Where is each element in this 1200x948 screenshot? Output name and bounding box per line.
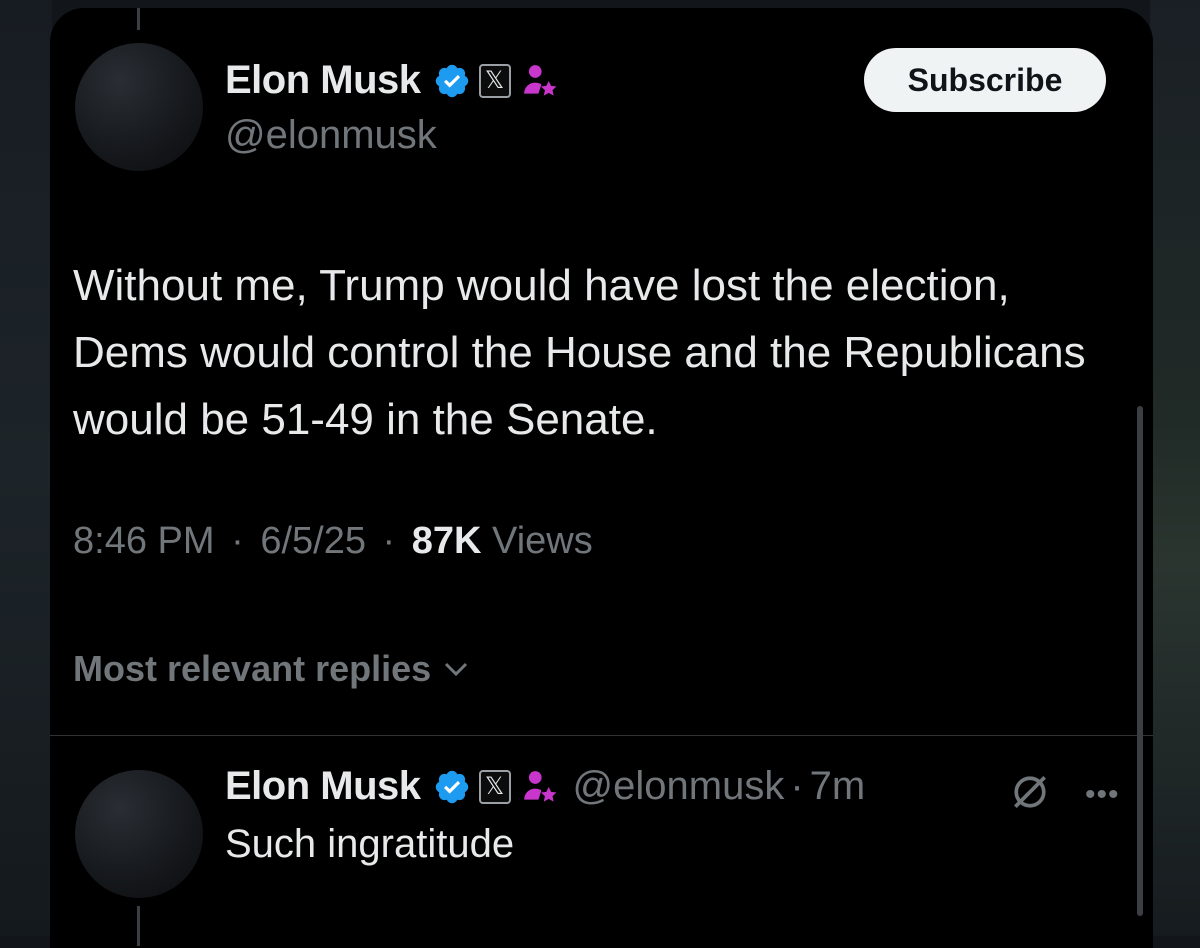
background-right [1150, 0, 1200, 936]
more-options-icon[interactable]: ••• [1085, 778, 1120, 812]
affiliate-person-icon [523, 770, 556, 802]
meta-separator: · [382, 520, 396, 562]
reply-author-row: Elon Musk 𝕏 @elonmusk · 7m [225, 764, 865, 809]
x-affiliate-badge-icon: 𝕏 [478, 769, 511, 804]
reply-author-name[interactable]: Elon Musk [225, 764, 421, 809]
tweet-card: Elon Musk 𝕏 @elonmusk Subscribe Without … [50, 8, 1153, 948]
meta-separator: · [231, 520, 244, 562]
avatar[interactable] [75, 43, 203, 171]
tweet-meta: 8:46 PM · 6/5/25 · 87K Views [73, 520, 593, 563]
tweet-time[interactable]: 8:46 PM [73, 520, 215, 562]
author-name[interactable]: Elon Musk [225, 58, 421, 103]
affiliate-person-icon [523, 64, 556, 96]
author-row: Elon Musk 𝕏 [225, 58, 559, 103]
subscribe-button[interactable]: Subscribe [864, 48, 1106, 112]
reply-handle-text[interactable]: @elonmusk [573, 764, 785, 808]
tweet-text: Without me, Trump would have lost the el… [73, 261, 1086, 444]
x-affiliate-badge-icon: 𝕏 [478, 63, 511, 98]
background-left [0, 0, 52, 936]
scrollbar[interactable] [1137, 406, 1143, 916]
thread-line [137, 906, 140, 946]
reply-age[interactable]: 7m [810, 764, 866, 808]
reply-separator: · [790, 764, 804, 808]
verified-badge-icon [435, 770, 468, 803]
divider [50, 735, 1153, 736]
thread-line [137, 8, 140, 30]
author-handle[interactable]: @elonmusk [225, 113, 437, 158]
verified-badge-icon [435, 64, 468, 97]
grok-icon[interactable] [1008, 770, 1052, 814]
tweet-date[interactable]: 6/5/25 [260, 520, 366, 562]
reply-text: Such ingratitude [225, 822, 515, 866]
views-count[interactable]: 87K [412, 520, 482, 562]
replies-sort-label[interactable]: Most relevant replies [73, 648, 431, 690]
views-label[interactable]: Views [492, 520, 593, 562]
replies-sort-dropdown[interactable]: Most relevant replies [73, 648, 471, 690]
chevron-down-icon[interactable] [441, 654, 471, 684]
reply-avatar[interactable] [75, 770, 203, 898]
reply-author-handle[interactable]: @elonmusk · 7m [573, 764, 866, 809]
